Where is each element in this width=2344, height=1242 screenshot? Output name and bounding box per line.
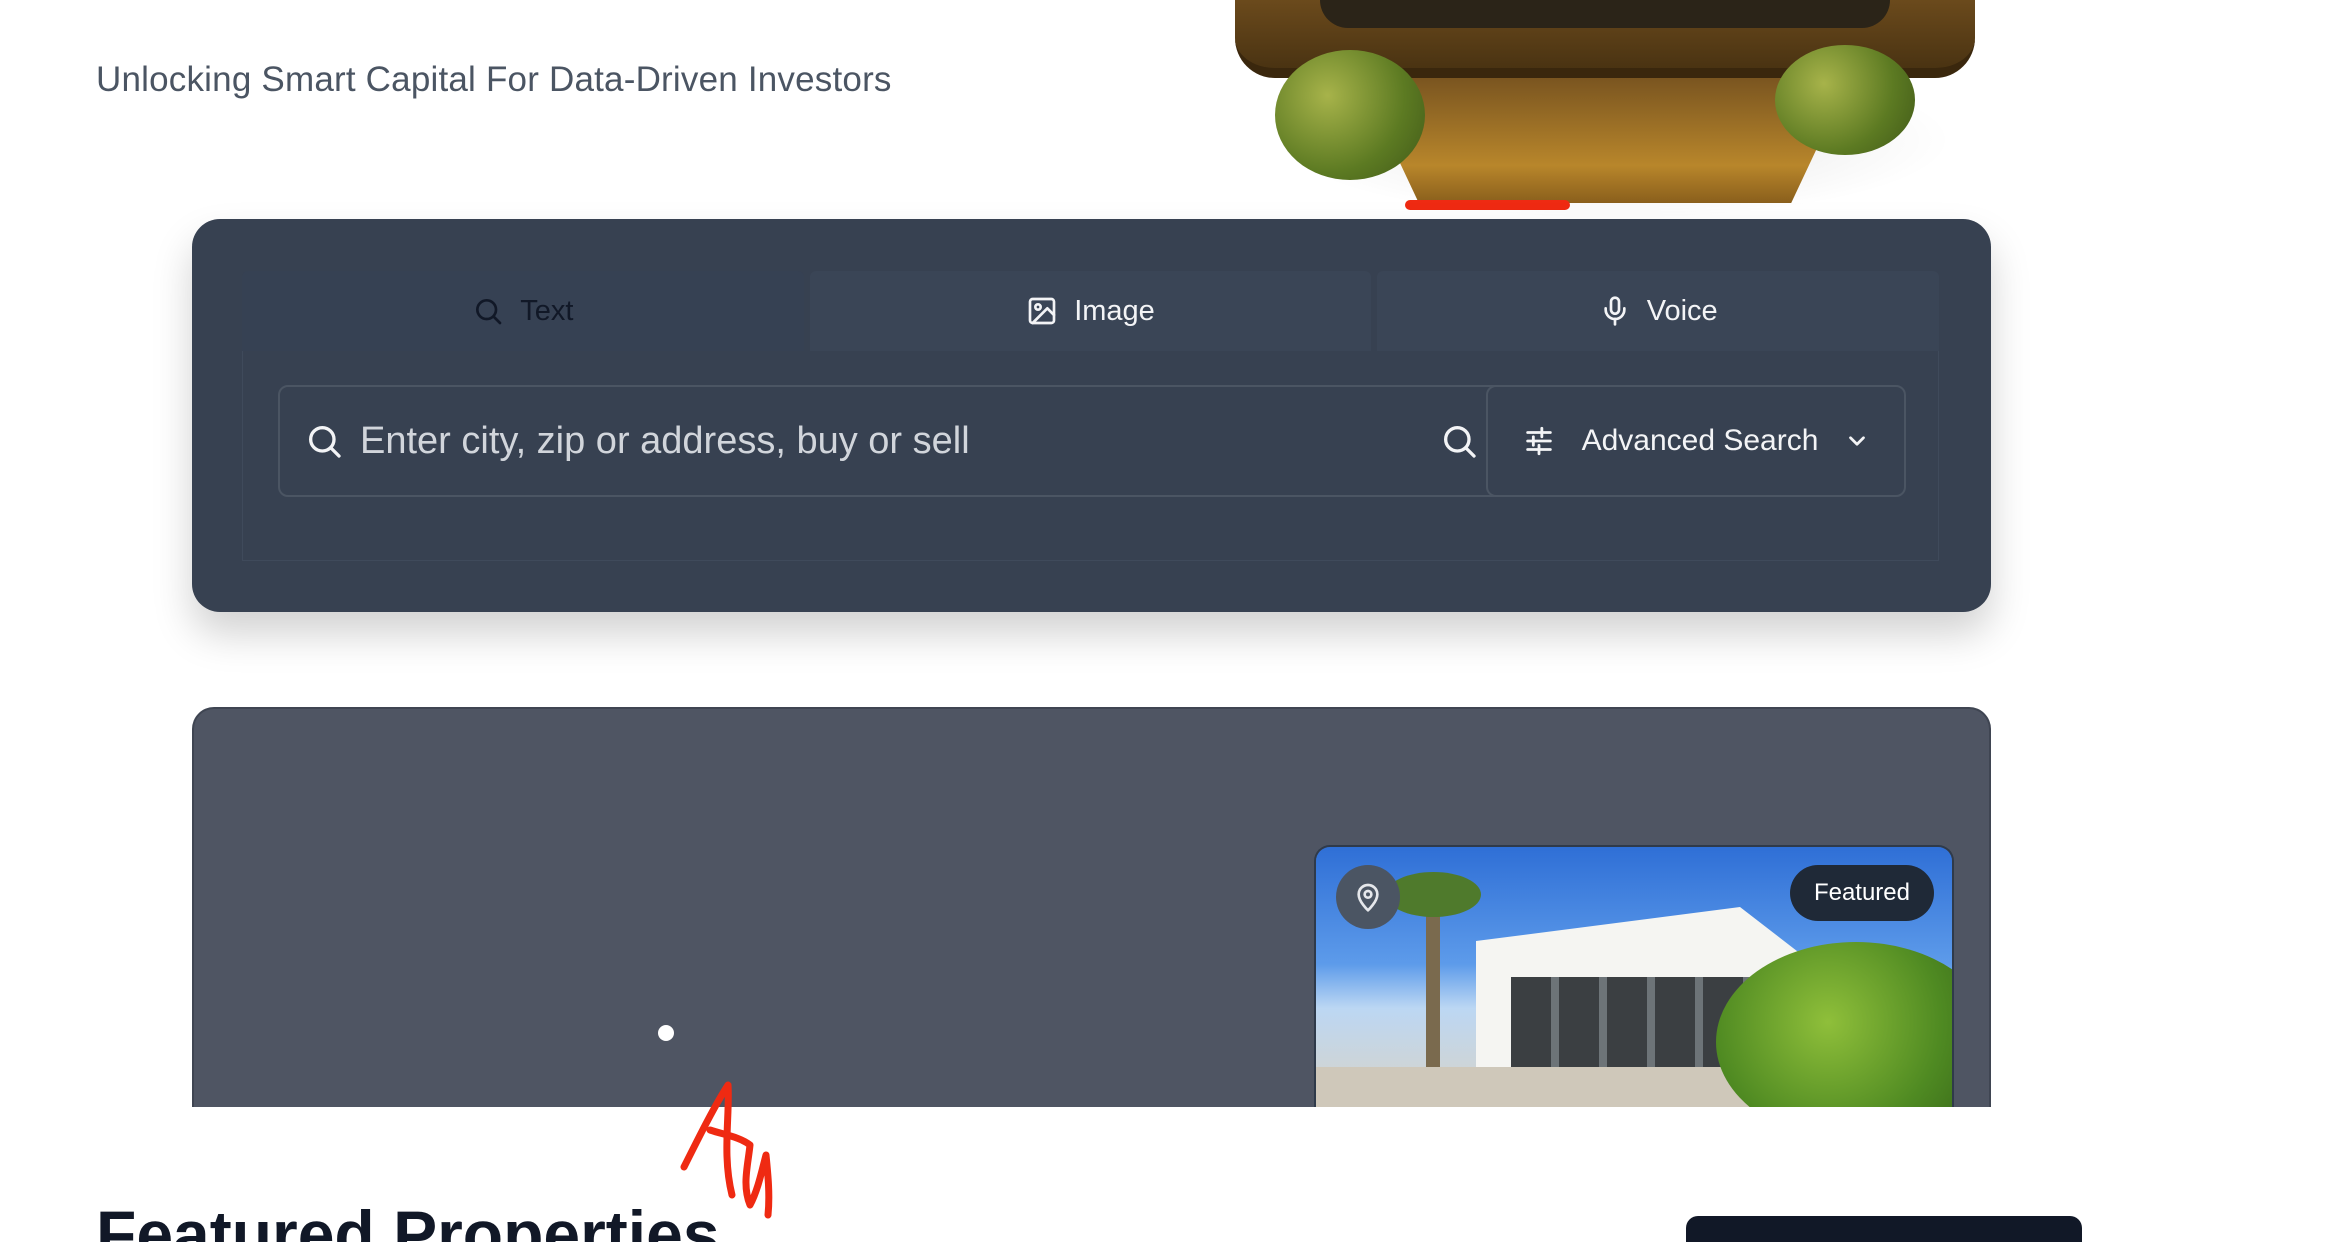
map-pin-icon <box>1357 883 1379 912</box>
featured-properties-title: Featured Properties <box>96 1197 720 1242</box>
advanced-search-label: Advanced Search <box>1581 424 1819 457</box>
search-icon <box>476 299 502 325</box>
view-all-button[interactable] <box>1686 1216 2082 1242</box>
tab-image-label: Image <box>1074 294 1155 327</box>
search-mode-tabs: Text Image Voice <box>242 271 1940 351</box>
hero-tree-right <box>1775 45 1915 155</box>
map-pin-button[interactable] <box>1336 865 1400 929</box>
tab-image[interactable]: Image <box>809 271 1372 351</box>
palm-leaves <box>1386 872 1481 917</box>
tab-text-label: Text <box>520 294 574 327</box>
hero-subtitle: Unlocking Smart Capital For Data-Driven … <box>96 60 892 99</box>
tab-text[interactable]: Text <box>242 271 804 351</box>
search-field[interactable] <box>278 385 1655 497</box>
tab-voice-label: Voice <box>1646 294 1718 327</box>
image-icon <box>1028 297 1056 325</box>
page: Unlocking Smart Capital For Data-Driven … <box>0 0 2344 1242</box>
search-card: Text Image Voice Advanced Search <box>192 219 1991 612</box>
featured-badge: Featured <box>1789 865 1934 921</box>
sliders-icon <box>1525 426 1552 456</box>
hero-image-slab-inner <box>1320 0 1890 28</box>
property-card[interactable]: Featured <box>1314 845 1954 1107</box>
house-windows <box>1511 977 1751 1067</box>
red-annotation-line <box>1405 200 1570 210</box>
search-submit-icon[interactable] <box>1439 421 1479 461</box>
tab-voice[interactable]: Voice <box>1377 271 1940 351</box>
hero-tree-left <box>1275 50 1425 180</box>
search-input[interactable] <box>360 419 1439 463</box>
search-icon <box>309 426 341 458</box>
hero-floating-house-image <box>1235 0 1975 220</box>
chevron-down-icon <box>1849 436 1866 446</box>
advanced-search-button[interactable]: Advanced Search <box>1486 385 1906 497</box>
carousel-dot[interactable] <box>658 1025 674 1041</box>
microphone-icon <box>1604 296 1626 326</box>
